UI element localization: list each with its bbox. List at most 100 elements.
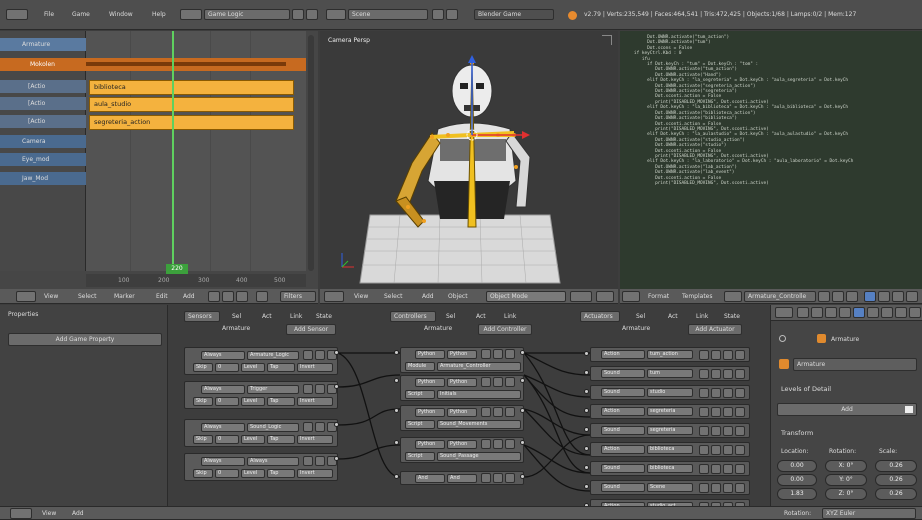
nla-strip-segreteria[interactable]: segreteria_action bbox=[89, 115, 294, 130]
rotation-z-field[interactable]: Z: 0° bbox=[825, 488, 867, 500]
actuator-state-icon[interactable] bbox=[723, 350, 733, 360]
controller-close-icon[interactable] bbox=[505, 407, 515, 417]
code-line[interactable]: elif Dot.keyCh : "la_aulastudio" = Dot.k… bbox=[626, 132, 853, 137]
text-editor[interactable]: Dot.OWNR.activate("tum_action") Dot.OWNR… bbox=[620, 31, 922, 289]
controller-input-socket[interactable] bbox=[394, 350, 399, 355]
actuators-filter-sel[interactable]: Sel bbox=[636, 313, 645, 320]
actuator-pin-icon[interactable] bbox=[699, 483, 709, 493]
actuator-pin-icon[interactable] bbox=[699, 445, 709, 455]
controller-output-socket[interactable] bbox=[520, 350, 525, 355]
viewport-corner-widget[interactable] bbox=[602, 35, 612, 45]
sensor-pin-icon[interactable] bbox=[303, 350, 313, 360]
sensors-filter-sel[interactable]: Sel bbox=[232, 313, 241, 320]
editor-type-icon[interactable] bbox=[6, 9, 28, 20]
actuators-filter-link[interactable]: Link bbox=[696, 313, 708, 320]
actuator-pin-icon[interactable] bbox=[699, 388, 709, 398]
controller-name-field[interactable]: And bbox=[447, 474, 477, 483]
actuator-name-field[interactable]: tum bbox=[647, 369, 693, 378]
controller-close-icon[interactable] bbox=[505, 377, 515, 387]
actuator-name-field[interactable]: studio bbox=[647, 388, 693, 397]
controller-close-icon[interactable] bbox=[505, 473, 515, 483]
controller-close-icon[interactable] bbox=[505, 439, 515, 449]
actuator-close-icon[interactable] bbox=[735, 426, 745, 436]
actuator-toggle-icon[interactable] bbox=[711, 445, 721, 455]
sensor-pin-icon[interactable] bbox=[303, 384, 313, 394]
script-code[interactable]: Dot.OWNR.activate("tum_action") Dot.OWNR… bbox=[626, 35, 853, 186]
controllers-filter-sel[interactable]: Sel bbox=[446, 313, 455, 320]
sensor-invert-toggle[interactable]: Invert bbox=[297, 363, 333, 372]
actuator-name-field[interactable]: biblioteca bbox=[647, 445, 693, 454]
controller-script-field[interactable]: Armature_Controller bbox=[437, 362, 521, 371]
nla-menu-select[interactable]: Select bbox=[78, 293, 97, 300]
remove-layout-icon[interactable] bbox=[306, 9, 318, 20]
controller-pin-icon[interactable] bbox=[493, 439, 503, 449]
render-tab-icon[interactable] bbox=[797, 307, 809, 318]
nla-menu-add[interactable]: Add bbox=[183, 293, 195, 300]
actuator-pin-icon[interactable] bbox=[699, 464, 709, 474]
controllers-filter-act[interactable]: Act bbox=[476, 313, 486, 320]
controller-name-field[interactable]: Python bbox=[447, 350, 477, 359]
nla-strip-aula-studio[interactable]: aula_studio bbox=[89, 97, 294, 112]
sensor-pin-icon[interactable] bbox=[303, 456, 313, 466]
controller-pin-icon[interactable] bbox=[493, 349, 503, 359]
engine-select[interactable]: Blender Game bbox=[474, 9, 554, 20]
sensor-name-field[interactable]: Sound_Logic bbox=[247, 423, 299, 432]
viewport-menu-object[interactable]: Object bbox=[448, 293, 468, 300]
actuators-filter-act[interactable]: Act bbox=[668, 313, 678, 320]
nla-track-2[interactable]: [Actio bbox=[0, 97, 86, 110]
add-actuator-button[interactable]: Add Actuator bbox=[688, 324, 742, 335]
filter-icon-1[interactable] bbox=[208, 291, 220, 302]
actuator-type-select[interactable]: Sound bbox=[601, 388, 645, 397]
sensor-invert-toggle[interactable]: Invert bbox=[297, 469, 333, 478]
controller-pin-icon[interactable] bbox=[493, 407, 503, 417]
scene-icon[interactable] bbox=[326, 9, 346, 20]
add-game-property-button[interactable]: Add Game Property bbox=[8, 333, 162, 346]
controller-output-socket[interactable] bbox=[520, 408, 525, 413]
actuator-state-icon[interactable] bbox=[723, 483, 733, 493]
text-menu-templates[interactable]: Templates bbox=[682, 293, 713, 300]
bottom-menu-add[interactable]: Add bbox=[72, 510, 84, 517]
actuator-name-field[interactable]: tum_action bbox=[647, 350, 693, 359]
sensor-name-field[interactable]: Trigger bbox=[247, 385, 299, 394]
nla-menu-view[interactable]: View bbox=[44, 293, 58, 300]
sensor-tap-toggle[interactable]: Tap bbox=[267, 363, 295, 372]
actuator-state-icon[interactable] bbox=[723, 426, 733, 436]
actuator-close-icon[interactable] bbox=[735, 369, 745, 379]
actuator-toggle-icon[interactable] bbox=[711, 388, 721, 398]
actuator-type-select[interactable]: Sound bbox=[601, 369, 645, 378]
sensors-filter-act[interactable]: Act bbox=[262, 313, 272, 320]
nla-track-1[interactable]: [Actio bbox=[0, 80, 86, 93]
sensor-type-select[interactable]: Always bbox=[201, 385, 245, 394]
controller-name-field[interactable]: Python bbox=[447, 408, 477, 417]
actuator-pin-icon[interactable] bbox=[699, 407, 709, 417]
actuators-filter-state[interactable]: State bbox=[724, 313, 740, 320]
filter-icon-3[interactable] bbox=[236, 291, 248, 302]
controller-state-icon[interactable] bbox=[481, 349, 491, 359]
menu-game[interactable]: Game bbox=[72, 11, 90, 18]
actuator-input-socket[interactable] bbox=[584, 370, 589, 375]
controller-output-socket[interactable] bbox=[520, 378, 525, 383]
actuator-input-socket[interactable] bbox=[584, 389, 589, 394]
controller-name-field[interactable]: Python bbox=[447, 440, 477, 449]
actuator-close-icon[interactable] bbox=[735, 388, 745, 398]
actuator-type-select[interactable]: Sound bbox=[601, 483, 645, 492]
screen-layout-select[interactable]: Game Logic bbox=[204, 9, 290, 20]
code-line[interactable]: print("DISABLED_MOVING", Dot.sconti.acti… bbox=[626, 181, 853, 186]
modifiers-tab-icon[interactable] bbox=[867, 307, 879, 318]
lod-add-button[interactable]: Add bbox=[777, 403, 917, 416]
line-numbers-icon[interactable] bbox=[864, 291, 876, 302]
world-tab-icon[interactable] bbox=[825, 307, 837, 318]
add-layout-icon[interactable] bbox=[292, 9, 304, 20]
actuator-type-select[interactable]: Action bbox=[601, 445, 645, 454]
controller-close-icon[interactable] bbox=[505, 349, 515, 359]
object-name-field[interactable]: Armature bbox=[793, 358, 917, 371]
actuator-state-icon[interactable] bbox=[723, 407, 733, 417]
text-fake-user-icon[interactable] bbox=[818, 291, 830, 302]
controller-script-field[interactable]: Initials bbox=[437, 390, 521, 399]
actuator-pin-icon[interactable] bbox=[699, 369, 709, 379]
remove-scene-icon[interactable] bbox=[446, 9, 458, 20]
filter-icon-2[interactable] bbox=[222, 291, 234, 302]
controller-input-socket[interactable] bbox=[394, 474, 399, 479]
controller-name-field[interactable]: Python bbox=[447, 378, 477, 387]
actuator-input-socket[interactable] bbox=[584, 351, 589, 356]
